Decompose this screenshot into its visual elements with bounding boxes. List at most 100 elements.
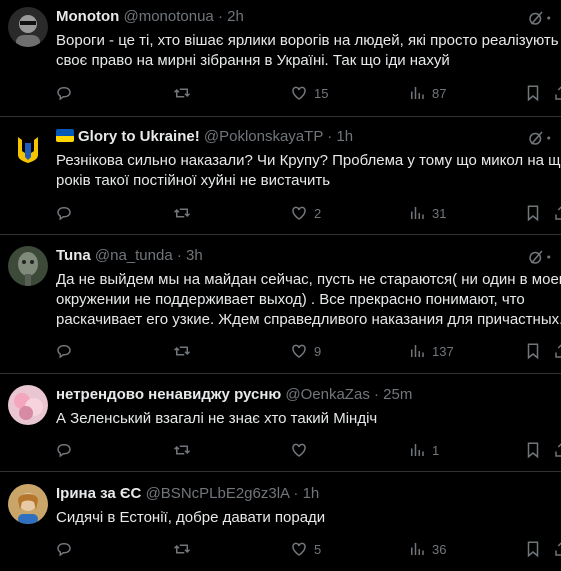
reply-button[interactable] [55,440,73,460]
retweet-icon [173,544,191,554]
bookmark-icon [527,442,539,459]
retweet-icon [173,208,191,218]
author-handle[interactable]: @BSNcPLbE2g6z3lA [146,485,290,502]
views-button[interactable]: 137 [408,341,454,361]
share-button[interactable] [553,341,561,361]
retweet-button[interactable] [173,440,191,460]
timestamp[interactable]: 3h [186,247,203,264]
like-count: 15 [314,85,329,101]
tweet[interactable]: Glory to Ukraine! @PoklonskayaTP · 1h Ре… [0,117,561,235]
avatar[interactable] [8,7,48,47]
retweet-icon [173,88,191,98]
reply-icon [57,444,71,458]
share-button[interactable] [553,539,561,559]
bookmark-button[interactable] [524,539,542,559]
reply-button[interactable] [55,203,73,223]
tweet[interactable]: Monoton @monotonua · 2h Вороги - це ті, … [0,0,561,117]
heart-icon [292,86,306,100]
reply-icon [57,87,71,101]
more-icon[interactable] [545,248,561,266]
like-button[interactable]: 15 [290,83,328,103]
like-button[interactable] [290,440,314,460]
tweet-text: Да не выйдем мы на майдан сейчас, пусть … [56,270,561,330]
view-count: 87 [432,85,447,101]
author-handle[interactable]: @monotonua [123,8,213,25]
retweet-button[interactable] [173,83,191,103]
ukraine-flag-icon [56,129,74,142]
like-button[interactable]: 5 [290,539,321,559]
more-icon[interactable] [545,9,561,27]
avatar[interactable] [8,484,48,524]
grok-icon[interactable] [527,9,545,27]
views-button[interactable]: 31 [408,203,446,223]
author-handle[interactable]: @OenkaZas [285,386,369,403]
heart-icon [292,206,306,220]
reply-icon [57,345,71,359]
avatar[interactable] [8,129,48,169]
reply-button[interactable] [55,83,73,103]
action-bar: 9 137 [0,341,561,361]
author-name[interactable]: Tuna [56,247,91,264]
tweet-text-line: Да не выйдем мы на майдан сейчас, пусть … [56,271,561,288]
avatar[interactable] [8,246,48,286]
grok-icon[interactable] [527,129,545,147]
tweet-text-line: А Зеленський взагалі не знає хто такий М… [56,410,378,427]
reply-button[interactable] [55,539,73,559]
bookmark-button[interactable] [524,203,542,223]
more-icon[interactable] [545,129,561,147]
share-icon [555,344,561,358]
reply-icon [57,207,71,221]
author-handle[interactable]: @na_tunda [95,247,173,264]
author-name[interactable]: Monoton [56,8,119,25]
author-handle[interactable]: @PoklonskayaTP [204,128,323,145]
tweet[interactable]: нетрендово ненавиджу русню @OenkaZas · 2… [0,374,561,472]
timestamp[interactable]: 25m [383,386,412,403]
views-button[interactable]: 36 [408,539,446,559]
separator: · [217,8,223,25]
action-bar: 5 36 [0,539,561,559]
views-button[interactable]: 1 [408,440,439,460]
like-button[interactable]: 2 [290,203,321,223]
separator: · [176,247,182,264]
action-bar: 15 87 [0,83,561,103]
share-button[interactable] [553,440,561,460]
tweet-text: А Зеленський взагалі не знає хто такий М… [56,409,561,429]
views-icon [411,345,424,357]
author-name[interactable]: Glory to Ukraine! [78,128,200,145]
view-count: 1 [432,442,440,458]
timestamp[interactable]: 1h [303,485,320,502]
timestamp[interactable]: 2h [227,8,244,25]
retweet-button[interactable] [173,539,191,559]
share-button[interactable] [553,203,561,223]
bookmark-icon [527,343,539,360]
timestamp[interactable]: 1h [336,128,353,145]
tweet-header: Monoton @monotonua · 2h [56,7,501,27]
tweet-text-line: раскачивает его узкие. Ждем справедливог… [56,311,561,328]
share-button[interactable] [553,83,561,103]
avatar[interactable] [8,385,48,425]
author-name[interactable]: нетрендово ненавиджу русню [56,386,281,403]
tweet[interactable]: Ірина за ЄС @BSNcPLbE2g6z3lA · 1h Сидячі… [0,472,561,571]
views-icon [411,87,424,99]
share-icon [555,86,561,100]
bookmark-button[interactable] [524,341,542,361]
retweet-button[interactable] [173,203,191,223]
share-icon [555,206,561,220]
like-button[interactable]: 9 [290,341,321,361]
view-count: 31 [432,205,447,221]
tweet[interactable]: Tuna @na_tunda · 3h Да не выйдем мы на м… [0,235,561,374]
view-count: 137 [432,343,454,359]
bookmark-button[interactable] [524,83,542,103]
share-icon [555,443,561,457]
views-button[interactable]: 87 [408,83,446,103]
reply-button[interactable] [55,341,73,361]
like-count: 5 [314,541,322,557]
views-icon [411,207,424,219]
bookmark-button[interactable] [524,440,542,460]
views-icon [411,444,424,456]
retweet-button[interactable] [173,341,191,361]
author-name[interactable]: Ірина за ЄС [56,485,141,502]
action-bar: 2 31 [0,203,561,223]
grok-icon[interactable] [527,248,545,266]
tweet-text-line: Резнікова сильно наказали? Чи Крупу? Про… [56,152,561,169]
